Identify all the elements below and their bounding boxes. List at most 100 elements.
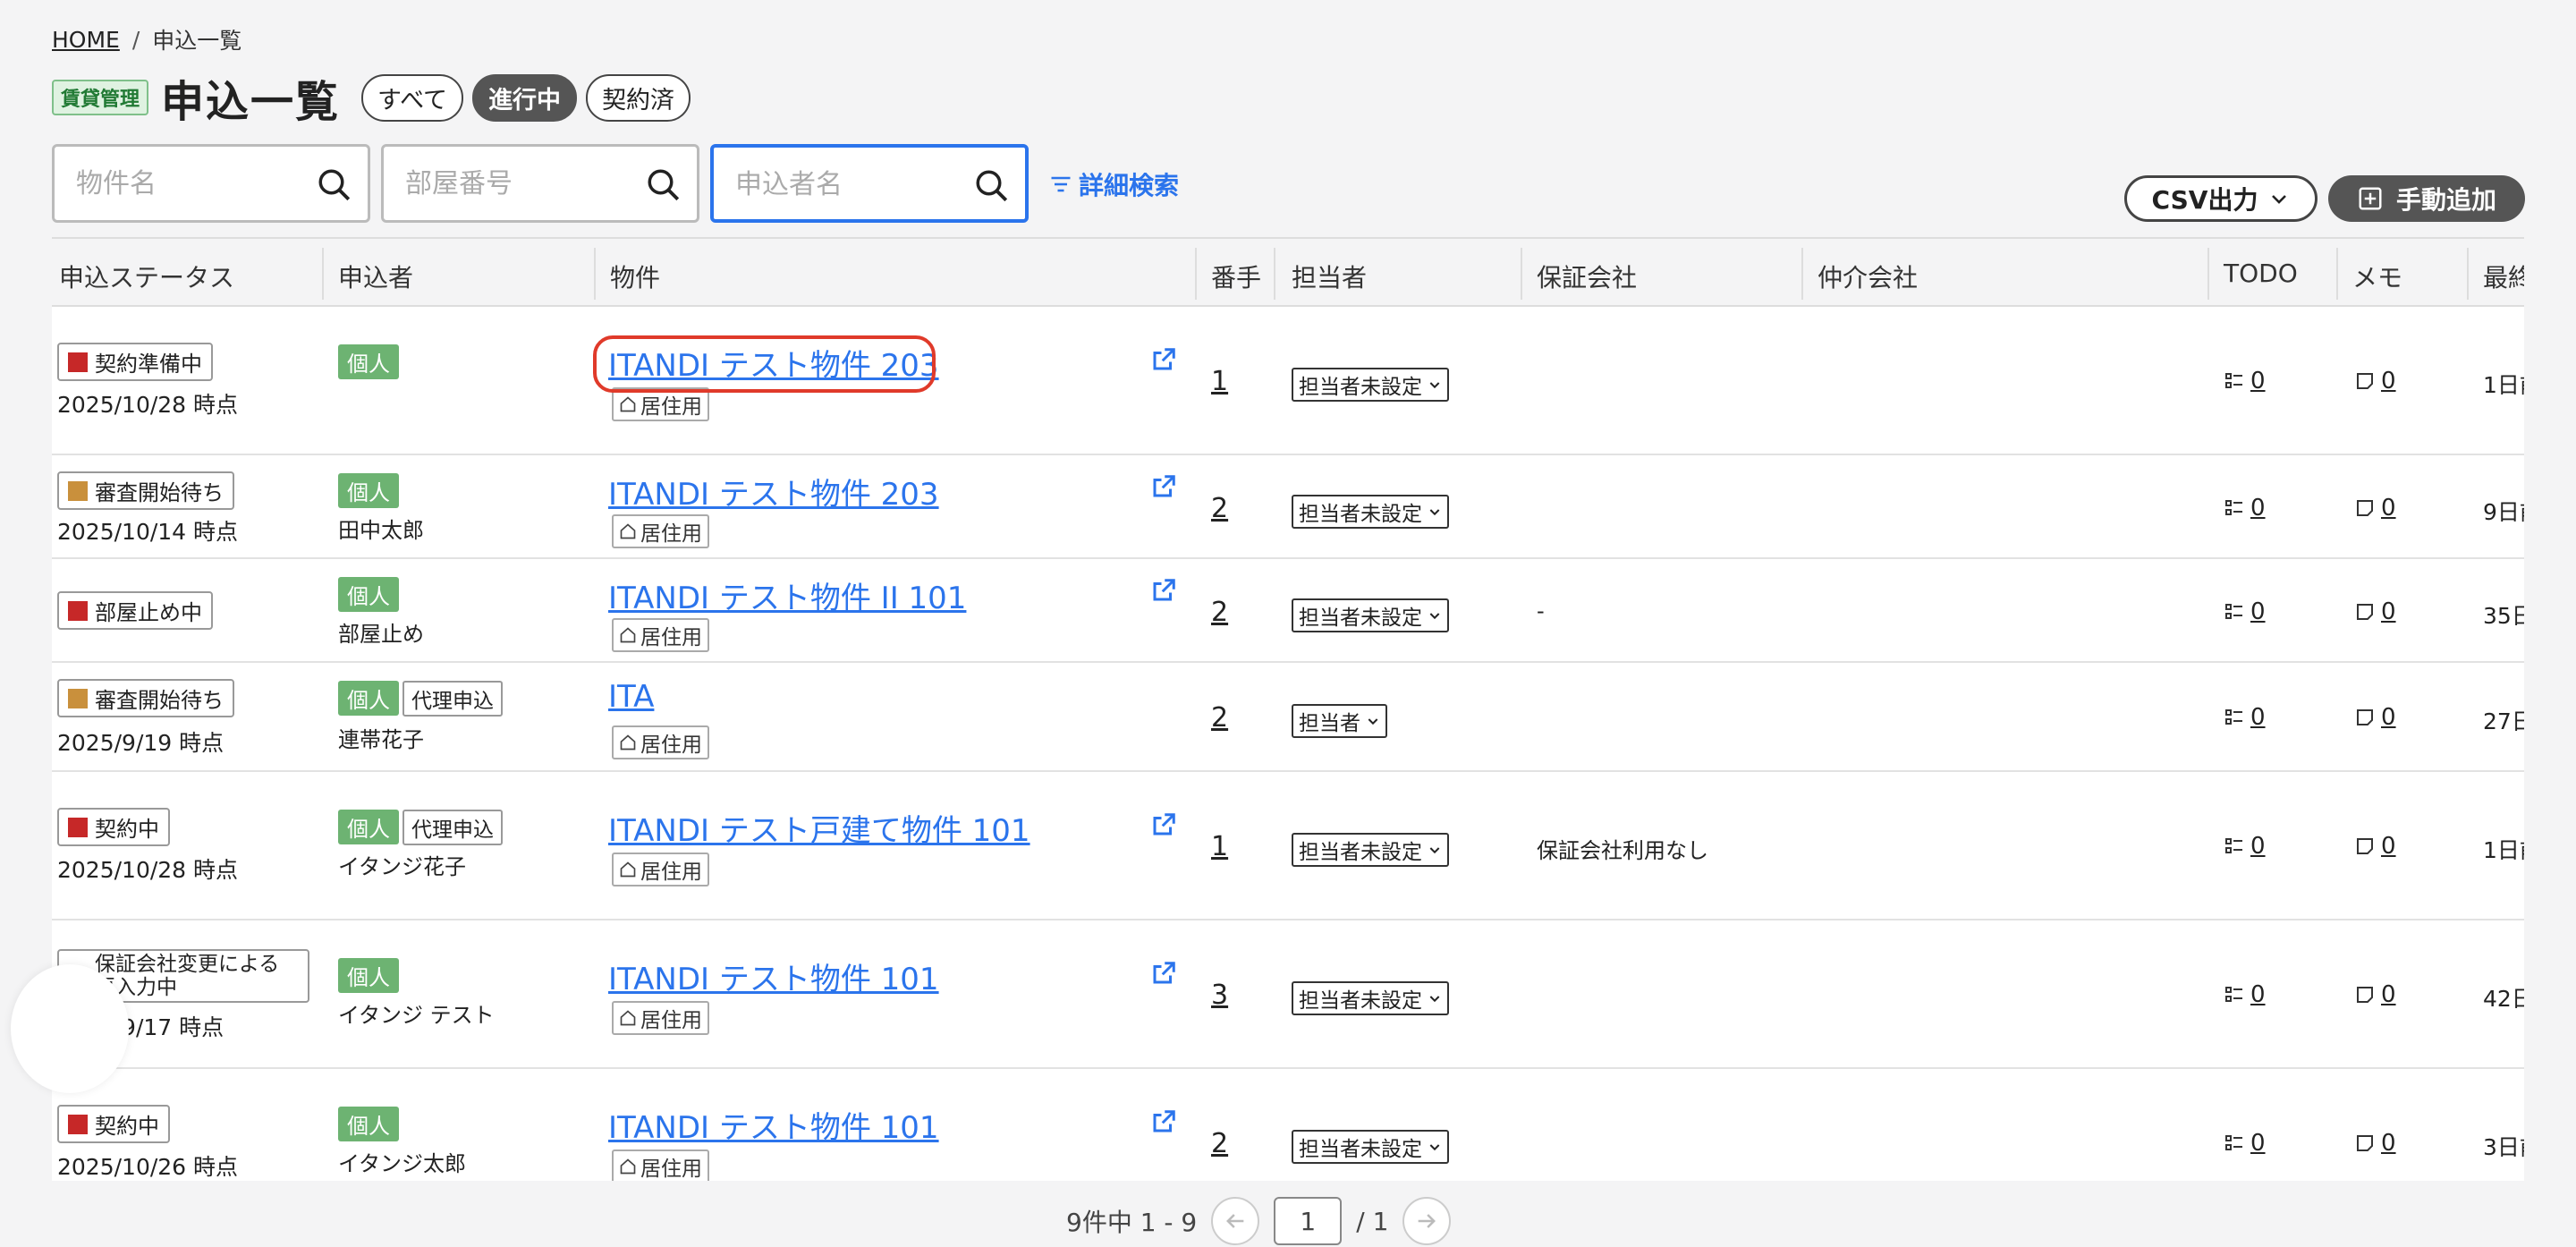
- assignee-select[interactable]: 担当者未設定: [1292, 495, 1449, 529]
- property-search-field[interactable]: [52, 144, 370, 223]
- memo-count[interactable]: 0: [2354, 704, 2396, 731]
- page-number-input[interactable]: 1: [1274, 1197, 1343, 1245]
- property-link[interactable]: ITA: [608, 679, 654, 715]
- memo-count[interactable]: 0: [2354, 598, 2396, 625]
- order-number-link[interactable]: 3: [1211, 980, 1228, 1011]
- checklist-icon: [2225, 987, 2242, 1002]
- note-icon: [2357, 709, 2373, 725]
- breadcrumb-current: 申込一覧: [152, 28, 242, 54]
- note-icon: [2357, 987, 2373, 1003]
- applicant-name: イタンジ テスト: [338, 1003, 495, 1028]
- external-link-icon[interactable]: [1150, 960, 1177, 987]
- property-link[interactable]: ITANDI テスト物件 101: [608, 1103, 939, 1147]
- room-search-field[interactable]: [381, 144, 699, 223]
- assignee-select[interactable]: 担当者未設定: [1292, 1130, 1449, 1164]
- status-tag: 審査開始待ち: [57, 679, 234, 717]
- manual-add-button[interactable]: 手動追加: [2328, 175, 2525, 222]
- floating-widget[interactable]: [11, 964, 129, 1093]
- applicant-type-badge: 個人: [338, 473, 399, 508]
- last-updated: 1日前: [2483, 837, 2524, 863]
- checklist-icon: [2225, 604, 2242, 619]
- prev-page-button[interactable]: [1211, 1197, 1260, 1245]
- property-search-input[interactable]: [76, 168, 309, 199]
- order-number-link[interactable]: 2: [1211, 1128, 1228, 1159]
- applicant-type-badge: 個人: [338, 681, 399, 716]
- property-link[interactable]: ITANDI テスト戸建て物件 101: [608, 806, 1030, 850]
- external-link-icon[interactable]: [1150, 1108, 1177, 1135]
- property-link[interactable]: ITANDI テスト物件 101: [608, 954, 939, 998]
- assignee-select[interactable]: 担当者: [1292, 704, 1387, 738]
- breadcrumb-home-link[interactable]: HOME: [52, 27, 120, 53]
- filter-contracted[interactable]: 契約済: [586, 73, 691, 122]
- assignee-select[interactable]: 担当者未設定: [1292, 833, 1449, 867]
- col-order: 番手: [1211, 263, 1262, 293]
- external-link-icon[interactable]: [1150, 811, 1177, 838]
- col-guarantee: 保証会社: [1537, 263, 1638, 293]
- filter-in-progress[interactable]: 進行中: [472, 73, 578, 122]
- table-row[interactable]: 保証会社変更による再入力中 2025/9/17 時点 個人 イタンジ テスト I…: [52, 920, 2524, 1069]
- order-number-link[interactable]: 1: [1211, 831, 1228, 862]
- guarantee-company: -: [1537, 598, 1545, 624]
- external-link-icon[interactable]: [1150, 473, 1177, 500]
- last-updated: 9日前: [2483, 499, 2524, 525]
- applicant-type-badge: 個人: [338, 577, 399, 612]
- table-row[interactable]: 契約中 2025/10/26 時点 個人 イタンジ太郎 ITANDI テスト物件…: [52, 1069, 2524, 1181]
- guarantee-company: 保証会社利用なし: [1537, 838, 1708, 863]
- memo-value: 0: [2381, 1130, 2396, 1157]
- order-number-link[interactable]: 2: [1211, 702, 1228, 734]
- assignee-select[interactable]: 担当者未設定: [1292, 598, 1449, 632]
- todo-count[interactable]: 0: [2224, 368, 2266, 394]
- search-icon[interactable]: [645, 166, 682, 204]
- table-row[interactable]: 契約準備中 2025/10/28 時点 個人 ITANDI テスト物件 203 …: [52, 307, 2524, 455]
- external-link-icon[interactable]: [1150, 346, 1177, 373]
- todo-value: 0: [2250, 495, 2266, 522]
- todo-count[interactable]: 0: [2224, 1130, 2266, 1157]
- todo-count[interactable]: 0: [2224, 495, 2266, 522]
- applicant-search-field[interactable]: [710, 144, 1029, 223]
- order-number-link[interactable]: 1: [1211, 366, 1228, 397]
- order-number-link[interactable]: 2: [1211, 597, 1228, 628]
- assignee-value: 担当者未設定: [1299, 607, 1422, 630]
- memo-count[interactable]: 0: [2354, 495, 2396, 522]
- status-label: 契約中: [95, 1114, 159, 1139]
- next-page-button[interactable]: [1402, 1197, 1452, 1245]
- todo-count[interactable]: 0: [2224, 598, 2266, 625]
- order-number-link[interactable]: 2: [1211, 493, 1228, 524]
- usage-tag: 居住用: [612, 514, 709, 548]
- applicant-search-input[interactable]: [735, 169, 968, 200]
- proxy-application-tag: 代理申込: [402, 810, 503, 845]
- applicant-name: イタンジ花子: [338, 854, 467, 879]
- chevron-down-icon: [1429, 996, 1440, 1003]
- table-row[interactable]: 審査開始待ち 2025/10/14 時点 個人 田中太郎 ITANDI テスト物…: [52, 455, 2524, 559]
- usage-label: 居住用: [640, 626, 702, 649]
- external-link-icon[interactable]: [1150, 577, 1177, 604]
- arrow-right-icon: [1419, 1214, 1436, 1228]
- status-tag: 契約中: [57, 808, 170, 846]
- todo-value: 0: [2250, 833, 2266, 860]
- filter-all[interactable]: すべて: [361, 73, 464, 122]
- property-link[interactable]: ITANDI テスト物件 II 101: [608, 573, 966, 617]
- last-updated: 27日前: [2483, 708, 2524, 734]
- chevron-down-icon: [2272, 195, 2287, 204]
- property-link[interactable]: ITANDI テスト物件 203: [608, 470, 939, 513]
- applicant-name: 連帯花子: [338, 727, 424, 752]
- column-divider: [1521, 248, 1522, 300]
- memo-count[interactable]: 0: [2354, 981, 2396, 1008]
- assignee-select[interactable]: 担当者未設定: [1292, 981, 1449, 1015]
- table-row[interactable]: 契約中 2025/10/28 時点 個人 代理申込 イタンジ花子 ITANDI …: [52, 772, 2524, 920]
- assignee-select[interactable]: 担当者未設定: [1292, 368, 1449, 402]
- memo-count[interactable]: 0: [2354, 368, 2396, 394]
- room-search-input[interactable]: [405, 168, 638, 199]
- advanced-search-link[interactable]: 詳細検索: [1048, 166, 1179, 202]
- table-row[interactable]: 審査開始待ち 2025/9/19 時点 個人 代理申込 連帯花子 ITA 居住用…: [52, 663, 2524, 772]
- csv-export-button[interactable]: CSV出力: [2124, 175, 2318, 222]
- todo-count[interactable]: 0: [2224, 833, 2266, 860]
- search-icon[interactable]: [973, 167, 1011, 205]
- search-icon[interactable]: [316, 166, 353, 204]
- status-color-square: [68, 817, 88, 837]
- todo-count[interactable]: 0: [2224, 704, 2266, 731]
- table-row[interactable]: 部屋止め中 個人 部屋止め ITANDI テスト物件 II 101 居住用 2 …: [52, 559, 2524, 663]
- todo-count[interactable]: 0: [2224, 981, 2266, 1008]
- memo-count[interactable]: 0: [2354, 1130, 2396, 1157]
- memo-count[interactable]: 0: [2354, 833, 2396, 860]
